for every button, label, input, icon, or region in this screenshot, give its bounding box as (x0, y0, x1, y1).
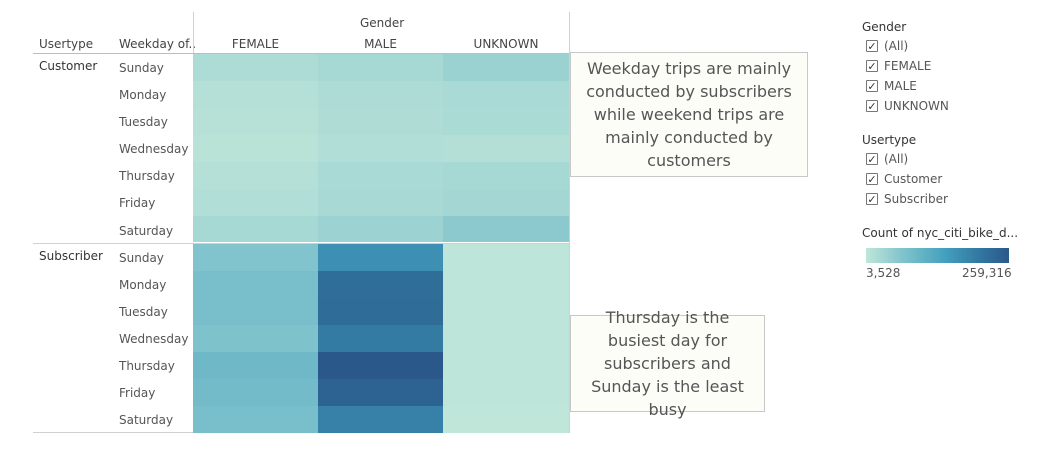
checkbox-checked-icon[interactable]: ✓ (866, 173, 878, 186)
day-label: Monday (119, 88, 167, 102)
heatmap-cell (193, 298, 318, 325)
heatmap-cell (193, 108, 318, 135)
filter-option-usertype-all[interactable]: ✓ (All) (866, 150, 908, 168)
heatmap-cell (193, 189, 318, 216)
heatmap-cell (193, 325, 318, 352)
filter-option-gender-female[interactable]: ✓ FEMALE (866, 57, 931, 75)
filter-option-gender-male[interactable]: ✓ MALE (866, 77, 917, 95)
heatmap-cell (193, 352, 318, 379)
day-label: Friday (119, 386, 156, 400)
day-label: Thursday (119, 169, 175, 183)
day-label: Wednesday (119, 142, 189, 156)
checkbox-checked-icon[interactable]: ✓ (866, 80, 878, 93)
annotation-busiest-day: Thursday is the busiest day for subscrib… (570, 308, 765, 419)
day-label: Tuesday (119, 115, 168, 129)
usertype-filter-title: Usertype (862, 133, 917, 147)
heatmap-cell (193, 54, 318, 81)
filter-option-label: (All) (884, 39, 909, 53)
day-label: Thursday (119, 359, 175, 373)
day-label: Tuesday (119, 305, 168, 319)
filter-option-usertype-subscriber[interactable]: ✓ Subscriber (866, 190, 948, 208)
filter-option-label: UNKNOWN (884, 99, 949, 113)
heatmap-cell (318, 406, 443, 433)
filter-option-gender-unknown[interactable]: ✓ UNKNOWN (866, 97, 949, 115)
usertype-label-subscriber: Subscriber (39, 249, 103, 263)
row-header-weekday: Weekday of.. (119, 37, 197, 51)
heatmap-cell (443, 271, 569, 298)
heatmap-cell (193, 135, 318, 162)
row-header-usertype: Usertype (39, 37, 94, 51)
heatmap-cell (443, 108, 569, 135)
filter-option-label: (All) (884, 152, 909, 166)
checkbox-checked-icon[interactable]: ✓ (866, 60, 878, 73)
color-legend-ramp (866, 248, 1009, 263)
heatmap-cell (318, 244, 443, 271)
day-label: Wednesday (119, 332, 189, 346)
column-header-unknown: UNKNOWN (473, 37, 539, 51)
heatmap-cell (443, 162, 569, 189)
usertype-label-customer: Customer (39, 59, 98, 73)
checkbox-checked-icon[interactable]: ✓ (866, 193, 878, 206)
annotation-text: Thursday is the busiest day for subscrib… (591, 308, 744, 419)
heatmap-cell (193, 216, 318, 242)
checkbox-checked-icon[interactable]: ✓ (866, 40, 878, 53)
filter-option-label: Customer (884, 172, 943, 186)
column-header-male: MALE (364, 37, 397, 51)
heatmap-cell (443, 81, 569, 108)
day-label: Friday (119, 196, 156, 210)
filter-option-gender-all[interactable]: ✓ (All) (866, 37, 908, 55)
heatmap-cell (193, 406, 318, 433)
filter-option-label: Subscriber (884, 192, 948, 206)
heatmap-cell (318, 352, 443, 379)
heatmap-cell (443, 406, 569, 433)
heatmap-cell (318, 135, 443, 162)
day-label: Sunday (119, 251, 164, 265)
gender-filter-title: Gender (862, 20, 907, 34)
heatmap-cell (193, 162, 318, 189)
day-label: Saturday (119, 224, 174, 238)
color-legend-max: 259,316 (962, 266, 1012, 280)
checkbox-checked-icon[interactable]: ✓ (866, 100, 878, 113)
color-legend-title: Count of nyc_citi_bike_d... (862, 226, 1019, 240)
annotation-text: Weekday trips are mainly conducted by su… (586, 59, 792, 170)
heatmap-cell (318, 325, 443, 352)
heatmap-cell (318, 298, 443, 325)
day-label: Monday (119, 278, 167, 292)
heatmap-cell (193, 244, 318, 271)
color-legend-min: 3,528 (866, 266, 901, 280)
heatmap-cell (318, 189, 443, 216)
heatmap-cell (318, 379, 443, 406)
annotation-weekday-trips: Weekday trips are mainly conducted by su… (570, 52, 808, 177)
filter-option-usertype-customer[interactable]: ✓ Customer (866, 170, 942, 188)
heatmap-cell (443, 54, 569, 81)
heatmap-cell (443, 135, 569, 162)
heatmap-cell (443, 244, 569, 271)
heatmap-cell (443, 298, 569, 325)
heatmap-cell (443, 216, 569, 242)
header-right-border (569, 12, 570, 54)
heatmap-cell (318, 108, 443, 135)
heatmap-cell (443, 189, 569, 216)
header-left-border (193, 12, 194, 54)
heatmap-cell (443, 352, 569, 379)
filter-option-label: FEMALE (884, 59, 932, 73)
column-group-title: Gender (360, 16, 405, 30)
heatmap-cell (443, 379, 569, 406)
heatmap-cell (193, 379, 318, 406)
day-label: Sunday (119, 61, 164, 75)
day-label: Saturday (119, 413, 174, 427)
heatmap-cell (193, 81, 318, 108)
heatmap-cell (318, 81, 443, 108)
column-header-female: FEMALE (231, 37, 280, 51)
heatmap-cell (443, 325, 569, 352)
heatmap-cell (318, 162, 443, 189)
heatmap-cell (318, 271, 443, 298)
filter-option-label: MALE (884, 79, 917, 93)
heatmap-cell (318, 54, 443, 81)
checkbox-checked-icon[interactable]: ✓ (866, 153, 878, 166)
heatmap-cell (193, 271, 318, 298)
heatmap-cell (318, 216, 443, 242)
